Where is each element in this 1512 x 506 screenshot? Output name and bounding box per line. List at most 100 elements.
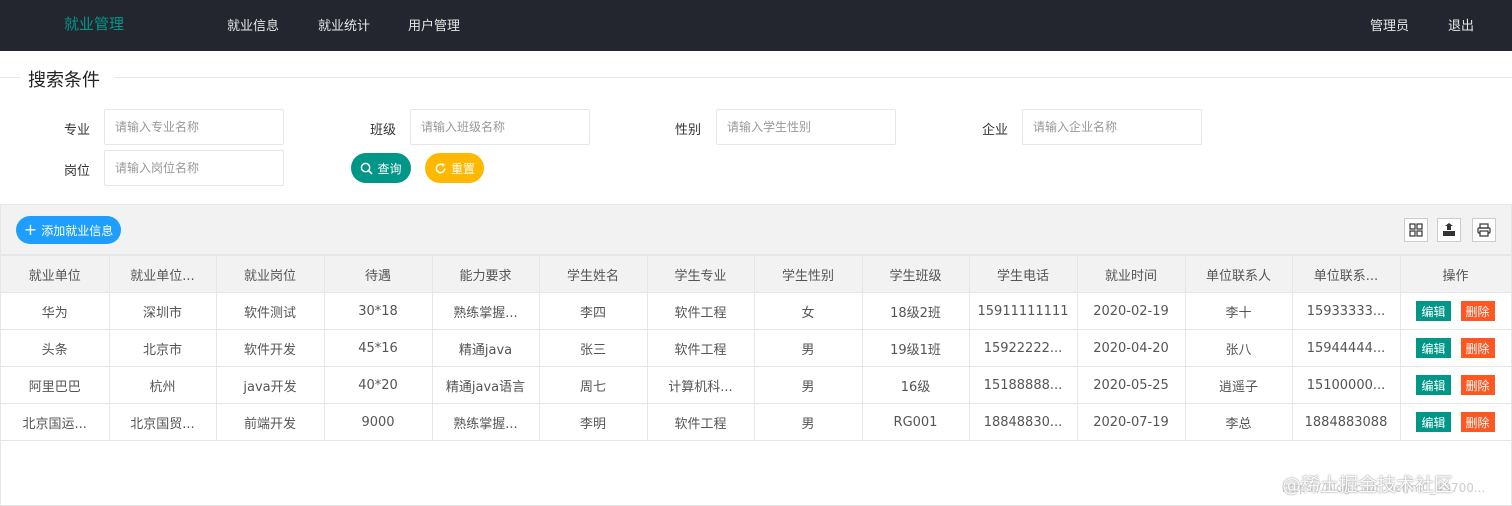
search-icon	[361, 162, 374, 175]
table-cell: 张三	[538, 329, 648, 367]
table-cell: 45*16	[323, 329, 433, 367]
table-cell: 软件工程	[646, 403, 755, 441]
label-position: 岗位	[63, 164, 90, 179]
table-cell: 北京市	[108, 329, 217, 367]
edit-button[interactable]: 编辑	[1416, 375, 1451, 395]
table-cell: 男	[753, 366, 863, 404]
table-cell: RG001	[861, 403, 970, 441]
table-cell-actions: 编辑 删除	[1399, 329, 1512, 367]
table-cell: java开发	[215, 366, 325, 404]
row-actions: 编辑 删除	[1407, 375, 1505, 395]
table-cell: 男	[753, 403, 863, 441]
table-cell: 15933333...	[1291, 292, 1401, 330]
table-cell: 15911111111	[968, 292, 1078, 330]
col-header[interactable]: 学生姓名	[538, 255, 648, 293]
table-row[interactable]: 华为 深圳市 软件测试 30*18 熟练掌握... 李四 软件工程女 18级2班 1591111…	[1, 292, 1512, 330]
table-cell: 30*18	[323, 292, 433, 330]
col-header[interactable]: 单位联系人	[1184, 255, 1293, 293]
table-cell: 1884883088	[1291, 403, 1401, 441]
col-header[interactable]: 就业时间	[1076, 255, 1186, 293]
reset-button[interactable]: 重置	[425, 153, 484, 183]
add-employment-label: 添加就业信息	[41, 223, 114, 238]
label-gender: 性别	[674, 123, 701, 138]
table-cell: 2020-04-20	[1076, 329, 1186, 367]
table-header-row: 就业单位 就业单位... 就业岗位 待遇 能力要求 学生姓名 学生专业 学生性别…	[1, 255, 1512, 293]
edit-button[interactable]: 编辑	[1416, 412, 1451, 432]
query-button[interactable]: 查询	[351, 153, 411, 183]
employment-table: 就业单位 就业单位... 就业岗位 待遇 能力要求 学生姓名 学生专业 学生性别…	[1, 255, 1512, 441]
col-header[interactable]: 单位联系...	[1291, 255, 1401, 293]
delete-button[interactable]: 删除	[1460, 375, 1495, 395]
table-cell: 李总	[1184, 403, 1293, 441]
plus-icon: +	[23, 220, 38, 239]
table-cell: 40*20	[323, 366, 433, 404]
nav-employment-info[interactable]: 就业信息	[227, 15, 279, 34]
col-header[interactable]: 学生性别	[753, 255, 863, 293]
columns-filter-icon[interactable]	[1404, 218, 1428, 242]
table-cell: 精通java	[431, 329, 540, 367]
table-cell: 精通java语言	[431, 366, 540, 404]
position-input[interactable]	[104, 150, 284, 186]
add-employment-button[interactable]: + 添加就业信息	[16, 216, 121, 244]
export-icon[interactable]	[1437, 218, 1461, 242]
col-header[interactable]: 就业单位	[1, 255, 110, 293]
table-row[interactable]: 头条 北京市 软件开发 45*16 精通java 张三 软件工程男 19级1班 15922222…	[1, 329, 1512, 367]
table-cell: 2020-07-19	[1076, 403, 1186, 441]
table-toolbar: + 添加就业信息	[1, 205, 1511, 255]
nav-logout[interactable]: 退出	[1448, 15, 1474, 34]
table-cell: 15944444...	[1291, 329, 1401, 367]
table-cell: 15188888...	[968, 366, 1078, 404]
app-logo[interactable]: 就业管理	[64, 13, 124, 34]
table-cell: 前端开发	[215, 403, 325, 441]
fieldset-border-left	[0, 77, 20, 78]
edit-button[interactable]: 编辑	[1416, 301, 1451, 321]
table-cell: 软件工程	[646, 329, 755, 367]
watermark-text: @稀土掘金技术社区	[1282, 474, 1454, 496]
col-header[interactable]: 待遇	[323, 255, 433, 293]
table-cell: 熟练掌握...	[431, 292, 540, 330]
col-header[interactable]: 学生班级	[861, 255, 970, 293]
label-company: 企业	[981, 123, 1008, 138]
gender-input[interactable]	[716, 109, 896, 145]
col-header[interactable]: 能力要求	[431, 255, 540, 293]
table-cell: 北京国贸...	[108, 403, 217, 441]
table-row[interactable]: 北京国运... 北京国贸... 前端开发 9000 熟练掌握... 李明 软件工程男 RG00…	[1, 403, 1512, 441]
table-cell: 杭州	[108, 366, 217, 404]
class-input[interactable]	[410, 109, 590, 145]
table-cell-actions: 编辑 删除	[1399, 403, 1512, 441]
reset-label: 重置	[450, 161, 475, 176]
table-cell: 李四	[538, 292, 648, 330]
row-actions: 编辑 删除	[1407, 301, 1505, 321]
delete-button[interactable]: 删除	[1460, 301, 1495, 321]
table-cell: 北京国运...	[1, 403, 110, 441]
table-cell: 18级2班	[861, 292, 970, 330]
table-row[interactable]: 阿里巴巴 杭州 java开发 40*20 精通java语言 周七 计算机科... 男 16级 15…	[1, 366, 1512, 404]
fieldset-border-right	[114, 77, 1512, 78]
row-actions: 编辑 删除	[1407, 338, 1505, 358]
delete-button[interactable]: 删除	[1460, 338, 1495, 358]
table-cell: 软件开发	[215, 329, 325, 367]
col-header[interactable]: 学生专业	[646, 255, 755, 293]
table-cell: 16级	[861, 366, 970, 404]
table-cell: 2020-05-25	[1076, 366, 1186, 404]
table-cell: 周七	[538, 366, 648, 404]
nav-employment-stats[interactable]: 就业统计	[318, 15, 370, 34]
company-input[interactable]	[1022, 109, 1202, 145]
nav-user-management[interactable]: 用户管理	[408, 15, 460, 34]
table-cell: 头条	[1, 329, 110, 367]
print-icon[interactable]	[1472, 218, 1496, 242]
major-input[interactable]	[104, 109, 284, 145]
edit-button[interactable]: 编辑	[1416, 338, 1451, 358]
table-cell: 19级1班	[861, 329, 970, 367]
table-cell: 男	[753, 329, 863, 367]
delete-button[interactable]: 删除	[1460, 412, 1495, 432]
col-header[interactable]: 就业岗位	[215, 255, 325, 293]
nav-admin[interactable]: 管理员	[1370, 15, 1409, 34]
col-header[interactable]: 学生电话	[968, 255, 1078, 293]
col-header[interactable]: 就业单位...	[108, 255, 217, 293]
table-cell: 软件测试	[215, 292, 325, 330]
table-cell: 张八	[1184, 329, 1293, 367]
table-cell: 软件工程	[646, 292, 755, 330]
table-cell: 深圳市	[108, 292, 217, 330]
data-table-container: + 添加就业信息 就业单位 就业单位... 就业岗位 待遇 能力要求 学生姓名	[0, 204, 1512, 506]
